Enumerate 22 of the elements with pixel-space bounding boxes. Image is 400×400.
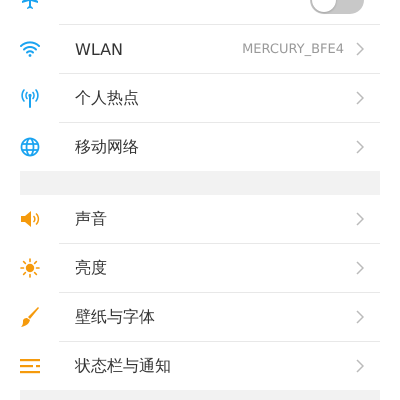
globe-icon bbox=[20, 137, 40, 157]
setting-label[interactable]: WLAN bbox=[75, 40, 242, 58]
hotspot-icon bbox=[20, 88, 40, 108]
setting-label[interactable]: 亮度 bbox=[75, 258, 356, 278]
setting-label[interactable]: 移动网络 bbox=[75, 136, 356, 158]
sun-icon bbox=[20, 258, 40, 278]
setting-value: MERCURY_BFE4 bbox=[242, 42, 344, 56]
list-icon bbox=[20, 358, 40, 374]
setting-label[interactable]: 声音 bbox=[75, 208, 356, 230]
wifi-icon bbox=[20, 41, 40, 57]
setting-label[interactable]: 状态栏与通知 bbox=[75, 356, 356, 376]
chevron-icon bbox=[356, 212, 364, 226]
chevron-icon bbox=[356, 261, 364, 275]
chevron-icon bbox=[356, 359, 364, 373]
speaker-icon bbox=[20, 210, 40, 228]
chevron-icon bbox=[356, 91, 364, 105]
setting-label[interactable]: 壁纸与字体 bbox=[75, 306, 356, 328]
chevron-icon bbox=[356, 42, 364, 56]
paintbrush-icon bbox=[20, 306, 40, 328]
chevron-icon bbox=[356, 140, 364, 154]
setting-label[interactable]: 个人热点 bbox=[75, 88, 356, 108]
chevron-icon bbox=[356, 310, 364, 324]
